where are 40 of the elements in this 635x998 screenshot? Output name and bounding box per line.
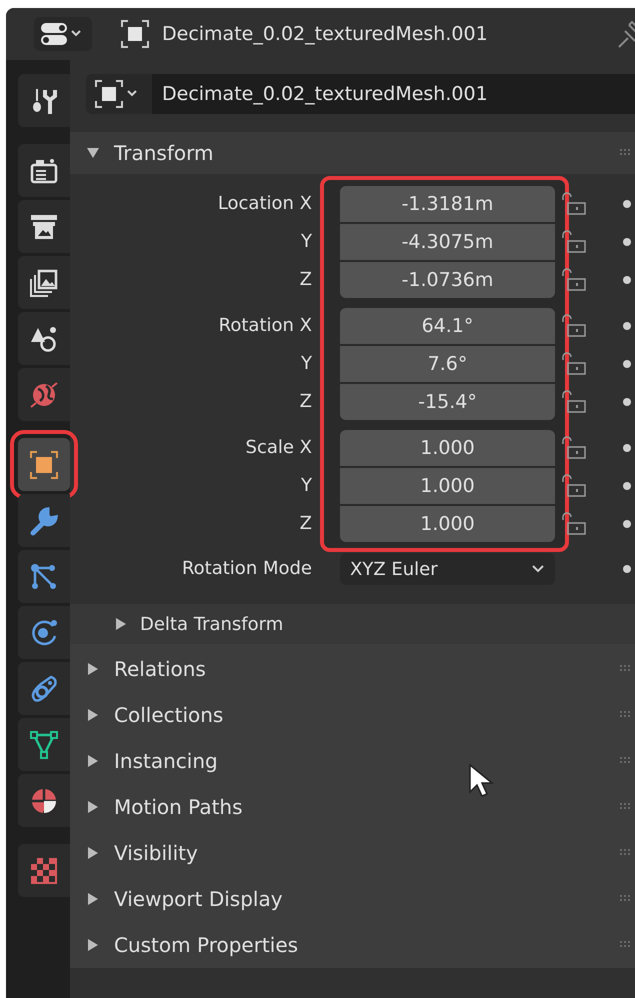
field-label: Scale X bbox=[244, 436, 313, 460]
number-field[interactable]: 1.000 bbox=[340, 506, 555, 542]
rotation-mode-dropdown[interactable]: XYZ Euler bbox=[340, 553, 555, 585]
panel-title: Relations bbox=[114, 657, 206, 681]
panel-header[interactable]: Viewport Display bbox=[70, 876, 635, 922]
delta-transform-subpanel[interactable]: Delta Transform bbox=[70, 604, 635, 644]
panel-title: Collections bbox=[114, 703, 224, 727]
number-field[interactable]: -15.4° bbox=[340, 384, 555, 420]
field-label: Z bbox=[298, 512, 313, 536]
panel-title: Viewport Display bbox=[114, 887, 283, 911]
number-field[interactable]: 7.6° bbox=[340, 346, 555, 382]
number-field[interactable]: -1.3181m bbox=[340, 186, 555, 222]
number-field[interactable]: -4.3075m bbox=[340, 224, 555, 260]
transform-panel-header[interactable]: Transform bbox=[70, 132, 635, 174]
panel-header[interactable]: Visibility bbox=[70, 830, 635, 876]
field-label: Y bbox=[300, 230, 313, 254]
panel-title: Instancing bbox=[114, 749, 218, 773]
number-field[interactable]: -1.0736m bbox=[340, 262, 555, 298]
object-name-field[interactable]: Decimate_0.02_texturedMesh.001 bbox=[152, 74, 635, 114]
object-name: Decimate_0.02_texturedMesh.001 bbox=[162, 23, 488, 45]
panel-header[interactable]: Instancing bbox=[70, 738, 635, 784]
field-label: Location X bbox=[216, 192, 313, 216]
panel-header[interactable]: Custom Properties bbox=[70, 922, 635, 968]
panel-header[interactable]: Motion Paths bbox=[70, 784, 635, 830]
number-field[interactable]: 1.000 bbox=[340, 430, 555, 466]
field-label: Rotation Mode bbox=[180, 557, 313, 581]
field-label: Rotation X bbox=[218, 314, 313, 338]
field-label: Y bbox=[300, 352, 313, 376]
panel-header[interactable]: Collections bbox=[70, 692, 635, 738]
panel-title: Custom Properties bbox=[114, 933, 298, 957]
field-label: Z bbox=[298, 268, 313, 292]
panel-title: Motion Paths bbox=[114, 795, 243, 819]
panel-title: Transform bbox=[114, 141, 214, 165]
field-label: Y bbox=[300, 474, 313, 498]
subpanel-title: Delta Transform bbox=[140, 614, 284, 634]
panel-header[interactable]: Relations bbox=[70, 646, 635, 692]
panel-title: Visibility bbox=[114, 841, 198, 865]
number-field[interactable]: 64.1° bbox=[340, 308, 555, 344]
number-field[interactable]: 1.000 bbox=[340, 468, 555, 504]
field-label: Z bbox=[298, 390, 313, 414]
